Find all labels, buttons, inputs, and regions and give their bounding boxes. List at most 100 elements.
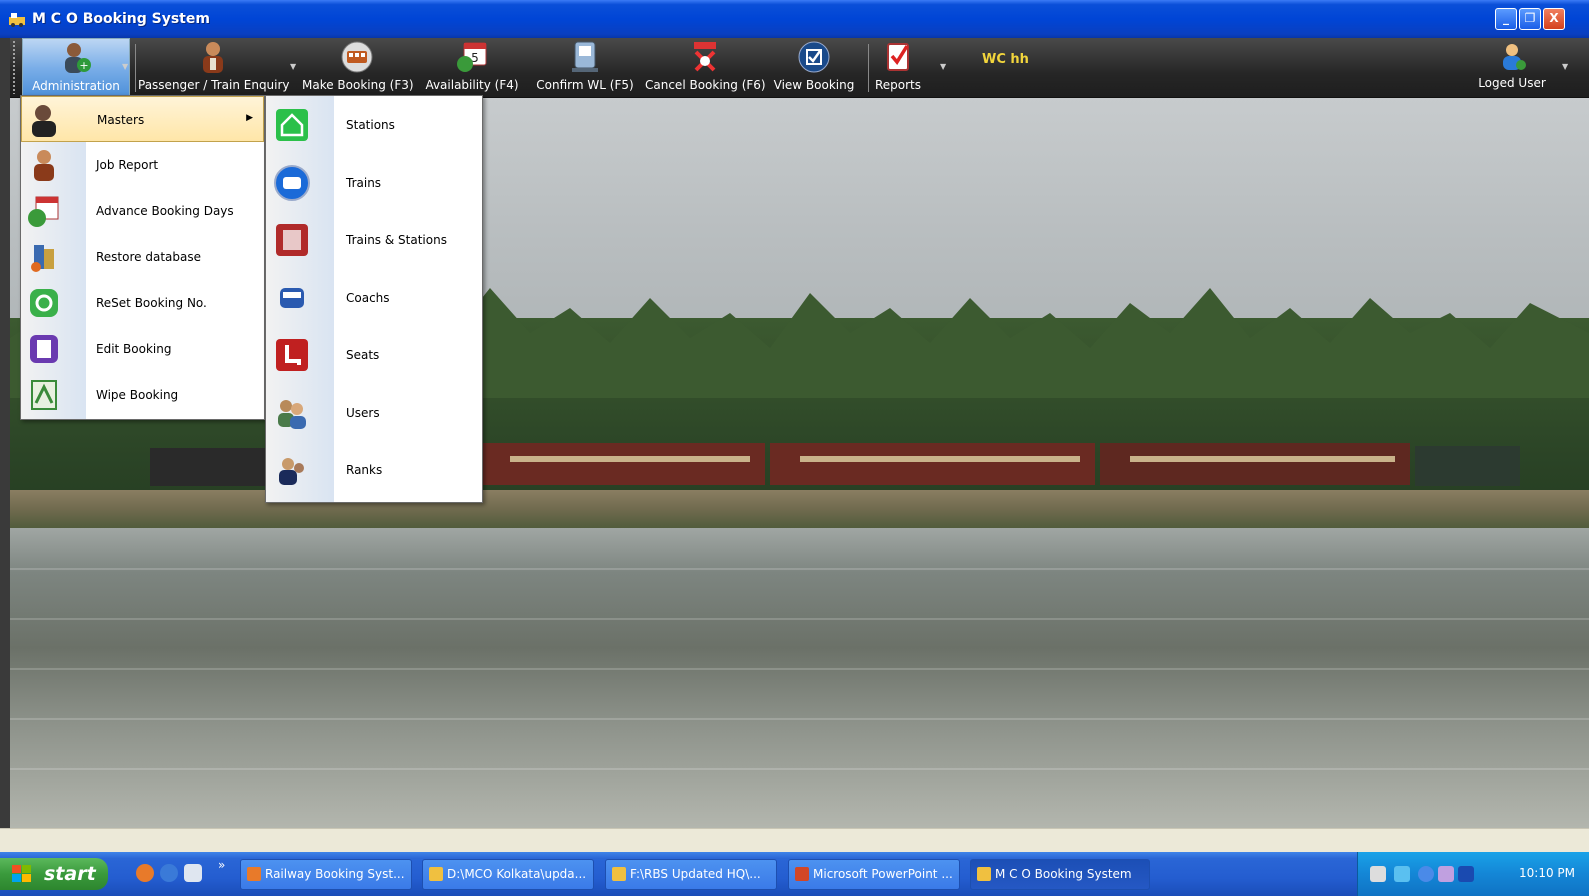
quicklaunch-overflow-icon[interactable]: »: [218, 858, 225, 872]
chevron-down-icon[interactable]: ▼: [122, 62, 128, 71]
passenger-icon: [203, 42, 223, 73]
close-button[interactable]: X: [1543, 8, 1565, 30]
task-railway-booking[interactable]: Railway Booking Syst...: [240, 859, 412, 890]
back-arrow-icon[interactable]: [1418, 866, 1434, 882]
users-icon: [278, 399, 306, 429]
menu-item-label: Users: [346, 405, 380, 420]
toolbar-view-booking[interactable]: View Booking: [772, 38, 856, 98]
chevron-down-icon[interactable]: ▼: [290, 62, 296, 71]
task-powerpoint[interactable]: Microsoft PowerPoint ...: [788, 859, 960, 890]
toolbar-label: Administration: [32, 79, 120, 93]
menu-item-coachs[interactable]: Coachs: [266, 269, 482, 327]
toolbar-separator: [135, 44, 136, 92]
minimize-button[interactable]: _: [1495, 8, 1517, 30]
start-label: start: [44, 863, 96, 885]
menu-item-restore-database[interactable]: Restore database: [21, 234, 264, 280]
coach-icon: [280, 287, 304, 308]
chevron-down-icon[interactable]: ▼: [940, 62, 946, 71]
menu-item-label: Masters: [97, 113, 145, 127]
reset-icon: [30, 289, 58, 317]
menu-item-reset-booking-no[interactable]: ReSet Booking No.: [21, 280, 264, 326]
menu-item-job-report[interactable]: Job Report: [21, 142, 264, 188]
ie-icon[interactable]: [160, 864, 178, 882]
menu-item-label: ReSet Booking No.: [96, 296, 207, 310]
start-button[interactable]: start: [0, 858, 108, 890]
menu-item-label: Job Report: [96, 158, 159, 172]
menu-item-masters[interactable]: Masters ▶: [21, 96, 264, 142]
q-icon[interactable]: [1458, 866, 1474, 882]
volume-icon[interactable]: [1438, 866, 1454, 882]
menu-item-label: Trains: [346, 175, 382, 190]
help-icon[interactable]: [1370, 866, 1386, 882]
seat-icon: [276, 339, 308, 371]
administration-menu: Masters ▶ Job Report Advance Booking Day…: [20, 95, 265, 420]
menu-item-trains-stations[interactable]: Trains & Stations: [266, 211, 482, 269]
admin-user-icon: +: [65, 43, 91, 73]
toolbar-label: Loged User: [1478, 76, 1546, 90]
status-bar: [0, 828, 1589, 852]
masters-submenu: Stations Trains Trains & Stations Coachs…: [265, 95, 483, 503]
task-rbs-folder[interactable]: F:\RBS Updated HQ\...: [605, 859, 777, 890]
menu-item-ranks[interactable]: Ranks: [266, 441, 482, 499]
task-label: M C O Booking System: [995, 867, 1132, 881]
toolbar-grip[interactable]: [12, 40, 16, 94]
app-icon: [9, 13, 25, 27]
toolbar-reports[interactable]: Reports: [870, 38, 926, 98]
task-mco-kolkata-folder[interactable]: D:\MCO Kolkata\upda...: [422, 859, 594, 890]
advance-days-icon: [28, 196, 59, 227]
menu-item-seats[interactable]: Seats: [266, 326, 482, 384]
toolbar-label: Make Booking (F3): [302, 78, 414, 92]
toolbar-separator: [868, 44, 869, 92]
desktop-icon[interactable]: [184, 864, 202, 882]
toolbar-label: Availability (F4): [425, 78, 519, 92]
user-icon: [1503, 44, 1526, 70]
main-toolbar: + Administration ▼ Passenger / Train Enq…: [10, 38, 1589, 98]
taskbar: start » Railway Booking Syst... D:\MCO K…: [0, 852, 1589, 896]
menu-item-label: Coachs: [346, 290, 390, 305]
calendar-icon: 5: [457, 42, 487, 72]
menu-item-edit-booking[interactable]: Edit Booking: [21, 326, 264, 372]
menu-item-stations[interactable]: Stations: [266, 96, 482, 154]
toolbar-label: Reports: [874, 78, 922, 92]
folder-icon: [612, 867, 626, 881]
task-label: Microsoft PowerPoint ...: [813, 867, 953, 881]
confirm-wl-icon: [572, 41, 598, 72]
station-icon: [276, 109, 308, 141]
menu-item-label: Restore database: [96, 250, 201, 264]
restore-button[interactable]: ❐: [1519, 8, 1541, 30]
windows-flag-icon: [12, 865, 31, 882]
toolbar-administration[interactable]: + Administration: [22, 38, 130, 98]
title-bar: M C O Booking System _ ❐ X: [0, 0, 1589, 38]
system-tray: 10:10 PM: [1357, 852, 1589, 896]
menu-item-wipe-booking[interactable]: Wipe Booking: [21, 372, 264, 418]
network-icon[interactable]: [1394, 866, 1410, 882]
chevron-down-icon[interactable]: ▼: [1562, 62, 1568, 71]
masters-icon: [32, 105, 56, 137]
menu-item-users[interactable]: Users: [266, 384, 482, 442]
train-icon: [274, 164, 310, 201]
toolbar-make-booking[interactable]: Make Booking (F3): [302, 38, 414, 98]
folder-icon: [429, 867, 443, 881]
toolbar-cancel-booking[interactable]: Cancel Booking (F6): [645, 38, 766, 98]
edit-booking-icon: [30, 335, 58, 363]
task-mco-booking-system[interactable]: M C O Booking System: [970, 859, 1150, 890]
trains-stations-icon: [276, 224, 308, 256]
wipe-booking-icon: [31, 380, 57, 410]
toolbar-label: Passenger / Train Enquiry: [138, 78, 290, 92]
window-title: M C O Booking System: [32, 11, 210, 27]
menu-item-advance-booking-days[interactable]: Advance Booking Days: [21, 188, 264, 234]
clock: 10:10 PM: [1519, 866, 1575, 880]
wc-status-text: WC hh: [982, 52, 1029, 67]
menu-item-trains[interactable]: Trains: [266, 154, 482, 212]
submenu-arrow-icon: ▶: [246, 113, 253, 123]
toolbar-availability[interactable]: 5 Availability (F4): [422, 38, 522, 98]
toolbar-loged-user[interactable]: Loged User: [1472, 38, 1552, 98]
toolbar-passenger-enquiry[interactable]: Passenger / Train Enquiry: [138, 38, 290, 98]
task-label: D:\MCO Kolkata\upda...: [447, 867, 587, 881]
ranks-icon: [279, 458, 304, 485]
app-icon: [247, 867, 261, 881]
toolbar-label: View Booking: [773, 78, 855, 92]
restore-db-icon: [31, 245, 54, 272]
browser-icon[interactable]: [136, 864, 154, 882]
toolbar-confirm-wl[interactable]: Confirm WL (F5): [535, 38, 635, 98]
